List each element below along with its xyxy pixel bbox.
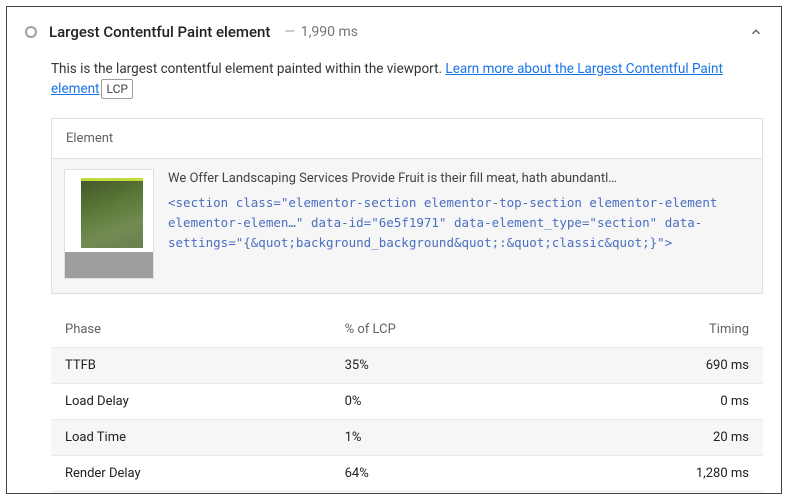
status-neutral-icon <box>25 26 37 38</box>
pct-cell: 0% <box>331 383 545 419</box>
element-text: We Offer Landscaping Services Provide Fr… <box>168 169 750 279</box>
table-row: TTFB 35% 690 ms <box>51 347 763 383</box>
element-panel: Element We Offer Landscaping Services Pr… <box>51 118 763 294</box>
table-header-row: Phase % of LCP Timing <box>51 312 763 348</box>
element-row: We Offer Landscaping Services Provide Fr… <box>52 159 762 293</box>
phase-cell: Load Time <box>51 419 331 455</box>
timing-cell: 690 ms <box>544 347 763 383</box>
lcp-element-audit: Largest Contentful Paint element — 1,990… <box>6 6 782 494</box>
audit-body: This is the largest contentful element p… <box>25 41 763 492</box>
phase-cell: TTFB <box>51 347 331 383</box>
table-row: Render Delay 64% 1,280 ms <box>51 455 763 491</box>
audit-header[interactable]: Largest Contentful Paint element — 1,990… <box>25 23 763 41</box>
dash-icon: — <box>284 24 295 40</box>
audit-timing-value: 1,990 ms <box>301 24 358 40</box>
audit-timing: — 1,990 ms <box>282 24 358 40</box>
element-thumbnail <box>64 169 154 279</box>
timing-cell: 1,280 ms <box>544 455 763 491</box>
col-timing-header: Timing <box>544 312 763 348</box>
audit-title: Largest Contentful Paint element <box>49 23 270 41</box>
pct-cell: 35% <box>331 347 545 383</box>
pct-cell: 64% <box>331 455 545 491</box>
element-code-snippet: <section class="elementor-section elemen… <box>168 193 750 253</box>
pct-cell: 1% <box>331 419 545 455</box>
lcp-tag: LCP <box>101 79 132 99</box>
chevron-up-icon[interactable] <box>749 25 763 39</box>
element-snippet-text: We Offer Landscaping Services Provide Fr… <box>168 169 750 190</box>
col-phase-header: Phase <box>51 312 331 348</box>
lcp-phase-table: Phase % of LCP Timing TTFB 35% 690 ms Lo… <box>51 312 763 492</box>
col-pct-header: % of LCP <box>331 312 545 348</box>
element-panel-heading: Element <box>52 119 762 159</box>
phase-cell: Load Delay <box>51 383 331 419</box>
audit-description: This is the largest contentful element p… <box>51 59 763 100</box>
table-row: Load Delay 0% 0 ms <box>51 383 763 419</box>
table-row: Load Time 1% 20 ms <box>51 419 763 455</box>
timing-cell: 0 ms <box>544 383 763 419</box>
description-text: This is the largest contentful element p… <box>51 61 445 77</box>
timing-cell: 20 ms <box>544 419 763 455</box>
phase-cell: Render Delay <box>51 455 331 491</box>
